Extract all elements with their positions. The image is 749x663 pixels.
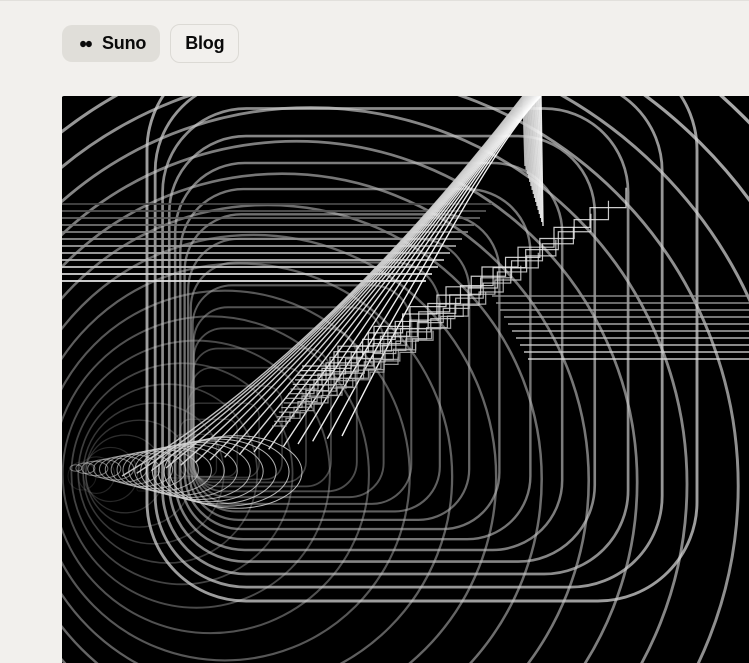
- hero-graphic: [62, 96, 749, 663]
- brand-link[interactable]: Suno: [62, 25, 160, 62]
- blog-link[interactable]: Blog: [170, 24, 239, 63]
- header: Suno Blog: [62, 24, 239, 63]
- blog-label: Blog: [185, 33, 224, 54]
- suno-logo-icon: [76, 34, 96, 54]
- hero-svg: [62, 96, 749, 663]
- brand-label: Suno: [102, 33, 146, 54]
- top-divider: [0, 0, 749, 1]
